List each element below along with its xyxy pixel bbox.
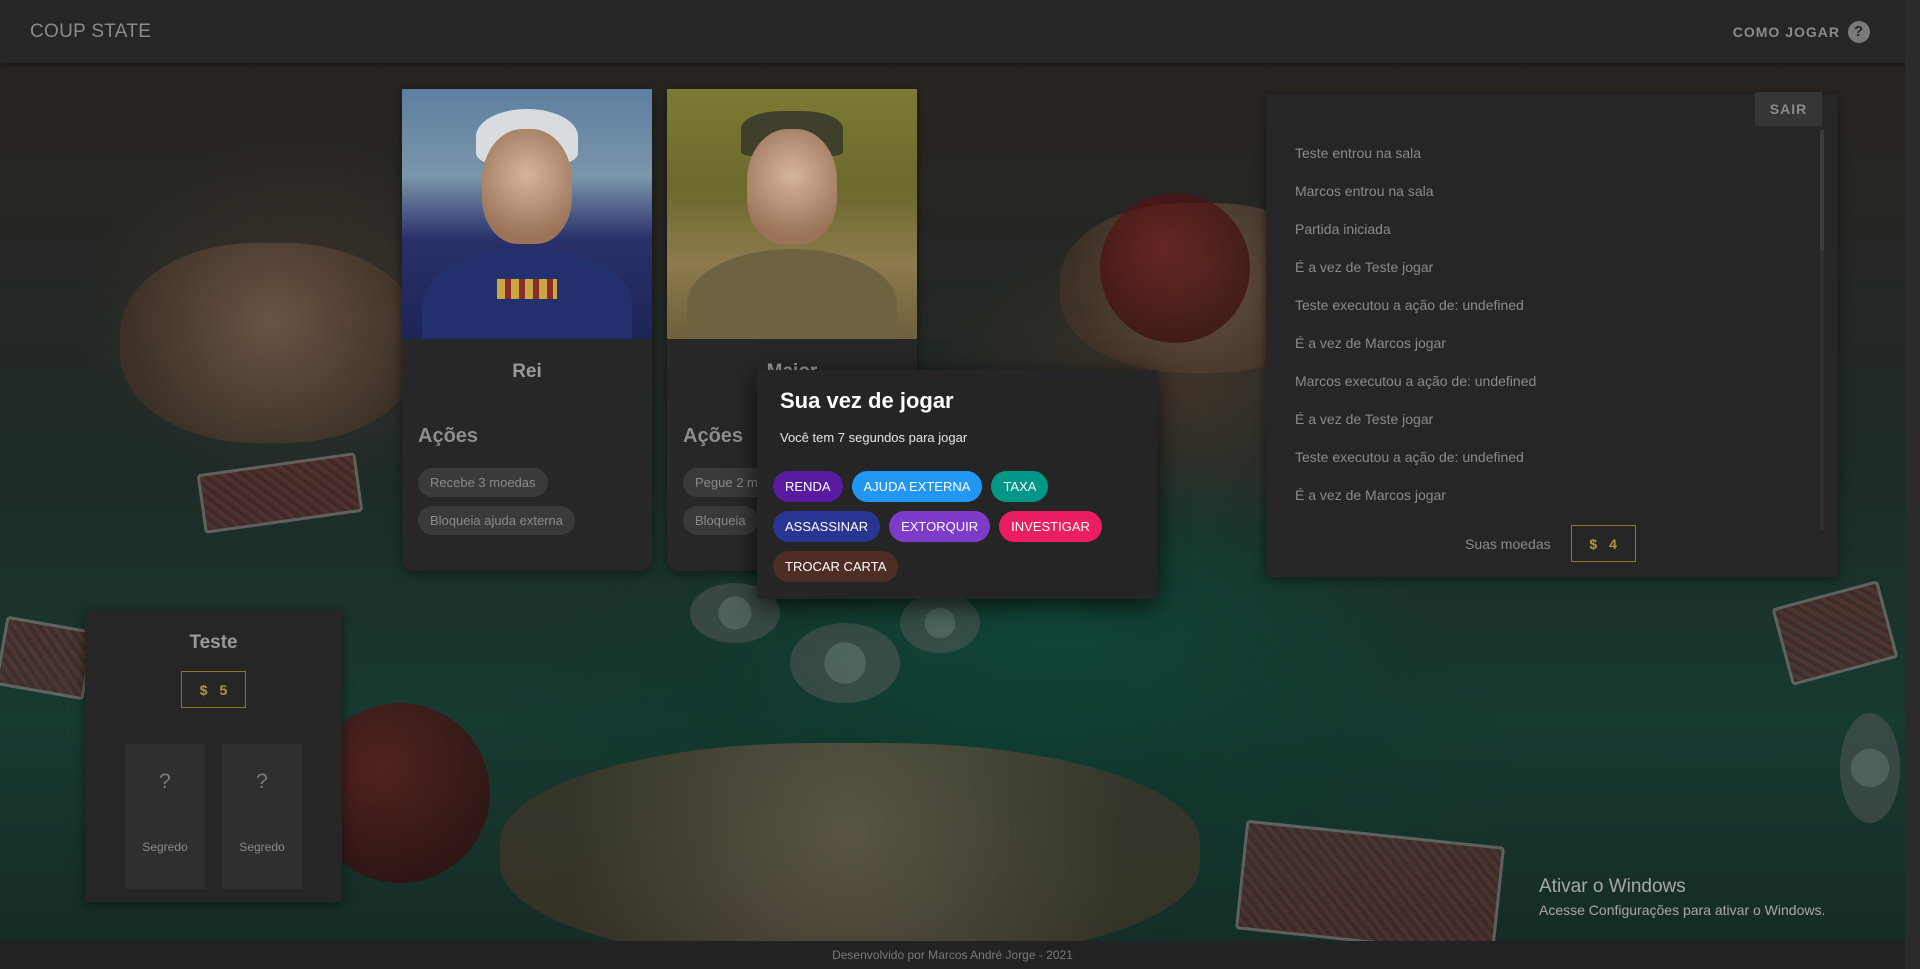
action-extorquir-button[interactable]: EXTORQUIR — [889, 511, 991, 542]
action-assassinar-button[interactable]: ASSASSINAR — [773, 511, 881, 542]
footer: Desenvolvido por Marcos André Jorge - 20… — [0, 941, 1905, 969]
watermark-text: Acesse Configurações para ativar o Windo… — [1539, 902, 1826, 918]
character-card-rei[interactable]: Rei Ações Recebe 3 moedas Bloqueia ajuda… — [402, 89, 652, 571]
question-icon: ? — [256, 770, 268, 793]
ability-chip: Bloqueia ajuda externa — [418, 506, 575, 535]
secret-card-label: Segredo — [142, 840, 188, 854]
king-portrait-icon — [402, 89, 652, 339]
actions-title: Ações — [418, 425, 479, 447]
log-item: É a vez de Marcos jogar — [1295, 487, 1446, 503]
log-item: Teste executou a ação de: undefined — [1295, 449, 1524, 465]
character-name: Rei — [512, 361, 542, 382]
action-renda-button[interactable]: RENDA — [773, 471, 843, 502]
player-coin-badge: $ 5 — [181, 671, 246, 708]
log-item: É a vez de Teste jogar — [1295, 411, 1434, 427]
log-item: Marcos entrou na sala — [1295, 183, 1434, 199]
dollar-icon: $ — [199, 681, 208, 698]
action-ajuda-externa-button[interactable]: AJUDA EXTERNA — [851, 471, 983, 502]
log-item: Teste executou a ação de: undefined — [1295, 297, 1524, 313]
how-to-play-button[interactable]: COMO JOGAR ? — [1732, 20, 1870, 43]
modal-title: Sua vez de jogar — [780, 388, 954, 413]
app-title[interactable]: COUP STATE — [30, 21, 151, 43]
log-item: Partida iniciada — [1295, 221, 1391, 237]
windows-watermark: Ativar o Windows Acesse Configurações pa… — [1539, 876, 1825, 918]
action-investigar-button[interactable]: INVESTIGAR — [999, 511, 1102, 542]
my-coins: Suas moedas $ 4 — [1465, 525, 1636, 562]
log-item: Marcos executou a ação de: undefined — [1295, 373, 1537, 389]
log-item: É a vez de Marcos jogar — [1295, 335, 1446, 351]
player-cards: ? Segredo ? Segredo — [85, 744, 342, 889]
footer-credit: Desenvolvido por Marcos André Jorge - 20… — [832, 948, 1073, 962]
coin-count: 5 — [219, 681, 228, 698]
ability-list: Recebe 3 moedas Bloqueia ajuda externa — [402, 448, 652, 557]
modal-subtitle: Você tem 7 segundos para jogar — [780, 430, 968, 445]
coins-label: Suas moedas — [1465, 535, 1551, 552]
dollar-icon: $ — [1589, 535, 1598, 552]
player-name: Teste — [189, 632, 238, 653]
player-panel: Teste $ 5 ? Segredo ? Segredo — [85, 610, 342, 902]
log-item: Teste entrou na sala — [1295, 145, 1422, 161]
ability-chip: Recebe 3 moedas — [418, 468, 548, 497]
turn-modal: Sua vez de jogar Você tem 7 segundos par… — [757, 370, 1157, 599]
coin-count: 4 — [1609, 535, 1617, 552]
action-trocar-carta-button[interactable]: TROCAR CARTA — [773, 551, 899, 582]
secret-card-label: Segredo — [239, 840, 285, 854]
secret-card[interactable]: ? Segredo — [125, 744, 205, 889]
app-bar: COUP STATE COMO JOGAR ? — [0, 0, 1920, 63]
log-list[interactable]: Teste entrou na sala Marcos entrou na sa… — [1295, 134, 1815, 526]
major-portrait-icon — [667, 89, 917, 339]
window-scrollbar[interactable] — [1905, 0, 1920, 969]
ability-chip: Bloqueia — [683, 506, 758, 535]
game-log-panel: SAIR Teste entrou na sala Marcos entrou … — [1266, 92, 1838, 577]
exit-button[interactable]: SAIR — [1755, 92, 1822, 126]
watermark-title: Ativar o Windows — [1539, 876, 1686, 897]
question-icon: ? — [159, 770, 171, 793]
help-icon[interactable]: ? — [1848, 20, 1870, 43]
log-item: É a vez de Teste jogar — [1295, 259, 1434, 275]
secret-card[interactable]: ? Segredo — [222, 744, 302, 889]
action-taxa-button[interactable]: TAXA — [991, 471, 1049, 502]
coin-badge: $ 4 — [1570, 525, 1636, 562]
how-to-play-label: COMO JOGAR — [1732, 23, 1840, 40]
action-buttons: RENDA AJUDA EXTERNA TAXA ASSASSINAR EXTO… — [773, 471, 1133, 582]
log-scrollbar[interactable] — [1820, 130, 1824, 530]
